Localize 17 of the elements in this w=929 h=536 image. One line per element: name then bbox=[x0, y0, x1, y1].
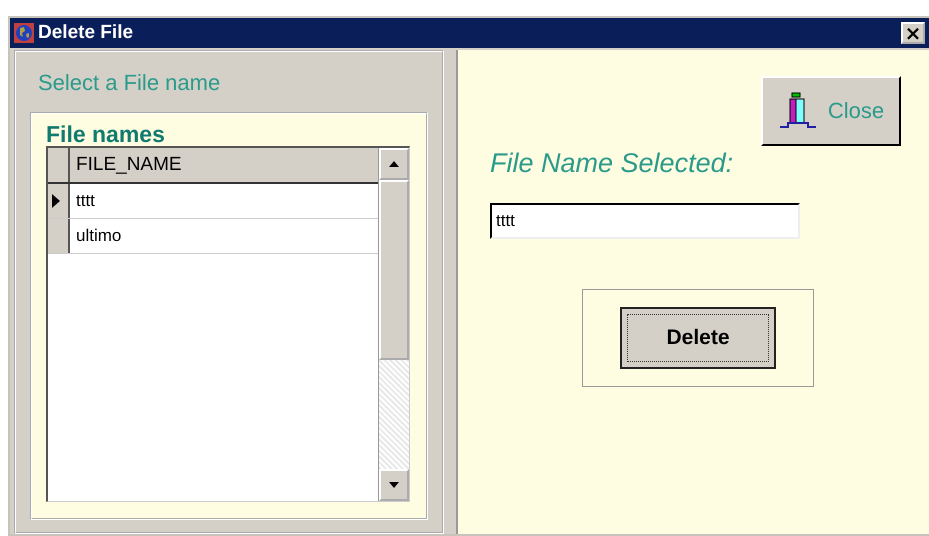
row-pointer-icon bbox=[52, 194, 60, 208]
delete-button[interactable]: Delete bbox=[620, 307, 776, 369]
door-exit-icon bbox=[778, 91, 818, 131]
scrollbar[interactable] bbox=[378, 148, 409, 501]
scroll-up-icon bbox=[389, 161, 399, 167]
window-title: Delete File bbox=[38, 22, 134, 44]
scroll-down-icon bbox=[389, 482, 399, 488]
group-title: File names bbox=[46, 122, 166, 146]
column-header[interactable]: FILE_NAME bbox=[70, 148, 378, 182]
close-button[interactable]: × bbox=[901, 22, 925, 44]
file-name-field[interactable]: tttt bbox=[490, 203, 800, 239]
table-cell[interactable]: ultimo bbox=[70, 219, 378, 253]
globe-icon bbox=[14, 23, 34, 43]
panel-title: Select a File name bbox=[38, 70, 222, 96]
selected-label: File Name Selected: bbox=[490, 148, 734, 179]
table-cell[interactable]: tttt bbox=[70, 184, 378, 218]
row-indicator[interactable] bbox=[48, 184, 70, 218]
